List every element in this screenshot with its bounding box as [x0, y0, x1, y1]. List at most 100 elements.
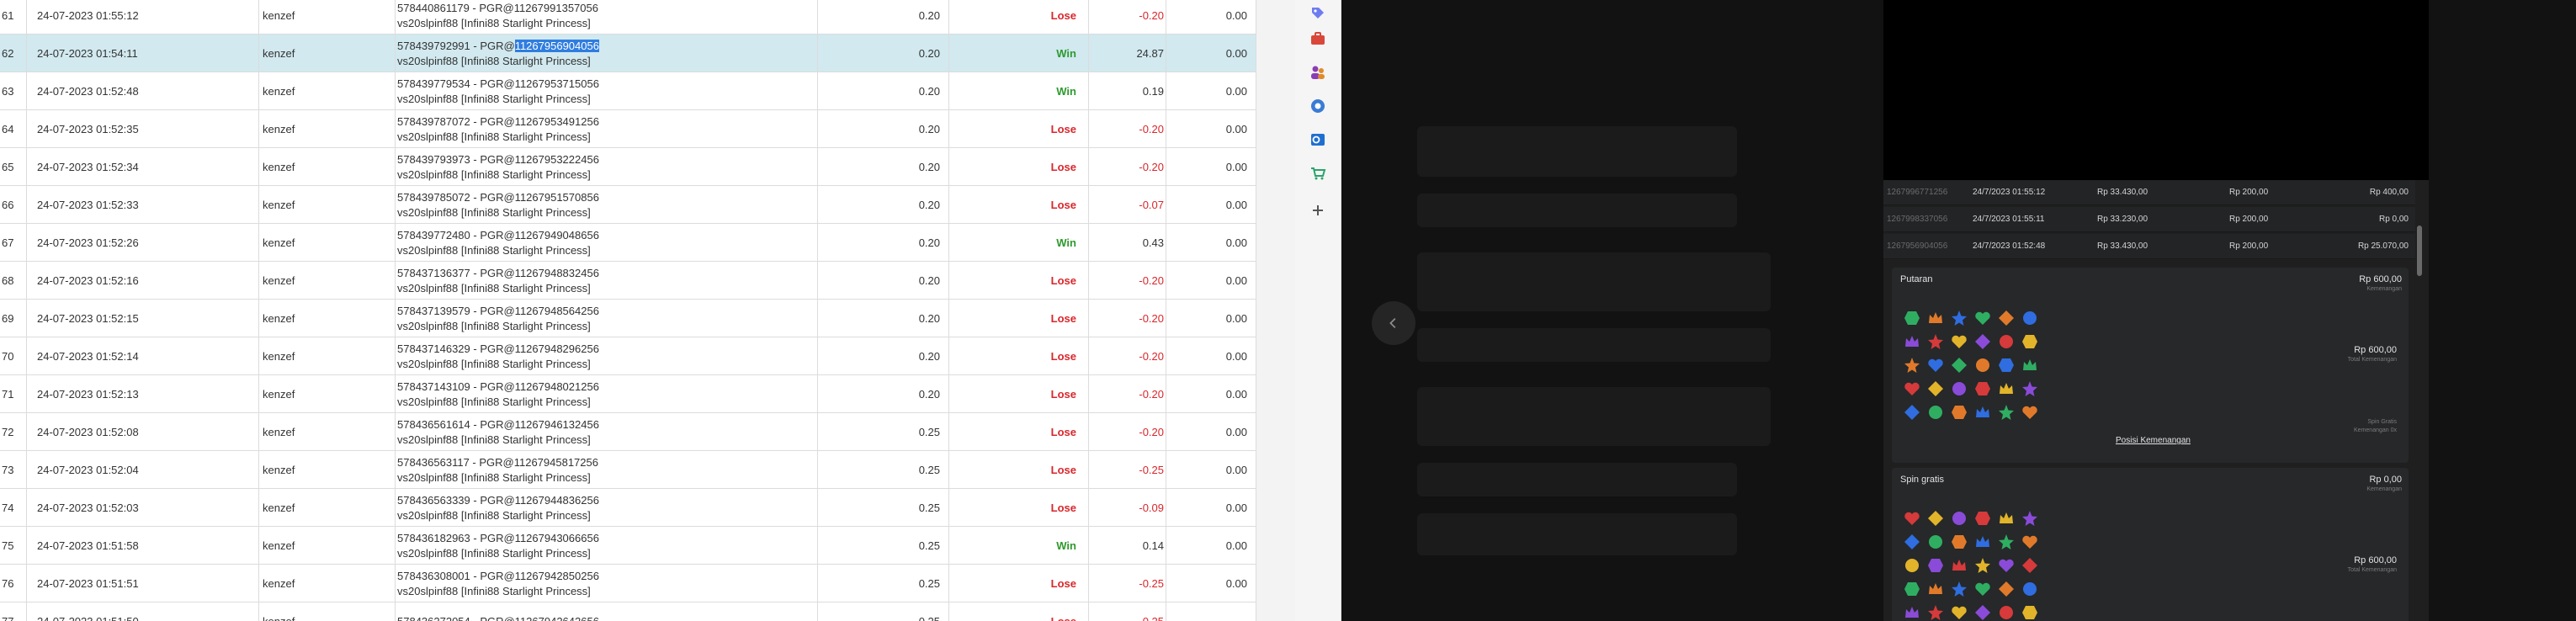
people-icon[interactable] [1308, 62, 1328, 82]
table-row[interactable]: 7724-07-2023 01:51:50kenzef578436272054 … [0, 602, 1256, 621]
table-row[interactable]: 72 24-07-2023 01:52:08 kenzef 578436561614 … [0, 413, 1256, 451]
win-amount-cell: -0.25 [1089, 602, 1166, 621]
table-row[interactable]: 61 24-07-2023 01:55:12 kenzef 578440861179 … [0, 0, 1256, 34]
dimmed-background-block [1417, 328, 1771, 362]
section-title: Spin gratis [1900, 475, 1944, 485]
scrollbar-thumb[interactable] [2417, 226, 2422, 276]
outlook-icon[interactable] [1308, 130, 1328, 150]
table-row[interactable]: 66 24-07-2023 01:52:33 kenzef 578439785072 … [0, 186, 1256, 224]
win-position-link[interactable]: Posisi Kemenangan [2116, 436, 2191, 445]
row-number-cell: 72 [0, 413, 27, 451]
date-cell: 24-07-2023 01:52:14 [27, 337, 259, 375]
star-gem-icon [1924, 601, 1947, 621]
toolbox-icon[interactable] [1308, 29, 1328, 49]
table-row[interactable]: 65 24-07-2023 01:52:34 kenzef 578439793973 … [0, 148, 1256, 186]
transaction-id-text: 578439772480 - PGR@11267949048656 [397, 228, 599, 242]
table-row[interactable]: 67 24-07-2023 01:52:26 kenzef 578439772480 … [0, 224, 1256, 262]
crown-gem-icon [1900, 330, 1924, 353]
bet-amount-cell: 0.20 [818, 34, 949, 72]
cart-icon[interactable] [1308, 163, 1328, 183]
game-history-panel: 1267996771256 24/7/2023 01:55:12 Rp 33.430… [1883, 0, 2429, 621]
circle-gem-icon [1947, 377, 1971, 401]
username-cell: kenzef [259, 186, 396, 224]
star-gem-icon [1994, 530, 2018, 554]
row-number-cell: 63 [0, 72, 27, 110]
win-amount-cell: -0.20 [1089, 0, 1166, 34]
star-gem-icon [1924, 330, 1947, 353]
table-row[interactable]: 68 24-07-2023 01:52:16 kenzef 578437136377 … [0, 262, 1256, 300]
table-row[interactable]: 73 24-07-2023 01:52:04 kenzef 578436563117 … [0, 451, 1256, 489]
transaction-id-text: 578439785072 - PGR@11267951570856 [397, 190, 599, 204]
table-row[interactable]: 69 24-07-2023 01:52:15 kenzef 578437139579 … [0, 300, 1256, 337]
table-row[interactable]: 75 24-07-2023 01:51:58 kenzef 578436182963 … [0, 527, 1256, 565]
date-cell: 24-07-2023 01:52:26 [27, 224, 259, 262]
star-gem-icon [1971, 554, 1994, 577]
diamond-gem-icon [1924, 377, 1947, 401]
game-name-text: vs20slpinf88 [Infini88 Starlight Princes… [397, 319, 591, 332]
username-cell: kenzef [259, 224, 396, 262]
description-cell: 578439785072 - PGR@11267951570856 vs20slp… [396, 186, 818, 224]
bet-text: Rp 200,00 [2229, 242, 2269, 251]
copilot-icon[interactable] [1308, 96, 1328, 116]
result-badge: Lose [949, 300, 1089, 337]
history-row[interactable]: 1267956904056 24/7/2023 01:52:48 Rp 33.430… [1883, 234, 2415, 259]
star-gem-icon [1947, 306, 1971, 330]
hex-gem-icon [1900, 306, 1924, 330]
table-row[interactable]: 70 24-07-2023 01:52:14 kenzef 578437146329 … [0, 337, 1256, 375]
history-row[interactable]: 1267998337056 24/7/2023 01:55:11 Rp 33.230… [1883, 207, 2415, 232]
table-row[interactable]: 76 24-07-2023 01:51:51 kenzef 578436308001 … [0, 565, 1256, 602]
date-cell: 24-07-2023 01:52:16 [27, 262, 259, 300]
hex-gem-icon [1947, 401, 1971, 424]
bet-amount-cell: 0.25 [818, 565, 949, 602]
username-cell: kenzef [259, 148, 396, 186]
circle-gem-icon [1994, 330, 2018, 353]
win-amount-cell: -0.25 [1089, 451, 1166, 489]
hex-gem-icon [2018, 330, 2042, 353]
plus-icon[interactable] [1308, 200, 1328, 220]
table-row[interactable]: 74 24-07-2023 01:52:03 kenzef 578436563339 … [0, 489, 1256, 527]
transaction-id-text: 578439793973 - PGR@11267953222456 [397, 152, 599, 166]
free-spin-note: Spin Gratis [2367, 419, 2397, 425]
bet-text: Rp 200,00 [2229, 188, 2269, 197]
result-badge: Win [949, 72, 1089, 110]
history-row[interactable]: 1267996771256 24/7/2023 01:55:12 Rp 33.430… [1883, 180, 2415, 205]
table-row[interactable]: 64 24-07-2023 01:52:35 kenzef 578439787072 … [0, 110, 1256, 148]
description-cell: 578437143109 - PGR@11267948021256 vs20slp… [396, 375, 818, 413]
selected-text-highlight[interactable]: 11267956904056 [514, 39, 599, 52]
date-cell: 24-07-2023 01:52:13 [27, 375, 259, 413]
heart-gem-icon [1971, 577, 1994, 601]
table-row[interactable]: 63 24-07-2023 01:52:48 kenzef 578439779534 … [0, 72, 1256, 110]
row-number-cell: 74 [0, 489, 27, 527]
win-text: Rp 400,00 [2369, 188, 2409, 197]
description-cell: 578439793973 - PGR@11267953222456 vs20slp… [396, 148, 818, 186]
crown-gem-icon [1924, 577, 1947, 601]
username-cell: kenzef [259, 565, 396, 602]
circle-gem-icon [1994, 601, 2018, 621]
username-cell: kenzef [259, 337, 396, 375]
win-amount-cell: -0.20 [1089, 110, 1166, 148]
jackpot-cell: 0.00 [1166, 34, 1256, 72]
username-cell: kenzef [259, 527, 396, 565]
transaction-id-text: 578436561614 - PGR@11267946132456 [397, 417, 599, 431]
table-row[interactable]: 71 24-07-2023 01:52:13 kenzef 578437143109 … [0, 375, 1256, 413]
transaction-id-text: 578439779534 - PGR@11267953715056 [397, 77, 599, 90]
game-name-text: vs20slpinf88 [Infini88 Starlight Princes… [397, 470, 591, 484]
diamond-gem-icon [1971, 330, 1994, 353]
row-number-cell: 62 [0, 34, 27, 72]
table-row[interactable]: 62 24-07-2023 01:54:11 kenzef 578439792991 … [0, 34, 1256, 72]
tag-icon[interactable] [1308, 3, 1328, 24]
date-cell: 24-07-2023 01:52:33 [27, 186, 259, 224]
star-gem-icon [2018, 377, 2042, 401]
row-number-cell: 76 [0, 565, 27, 602]
round-id-text: 1267998337056 [1887, 215, 1948, 224]
dimmed-background-block [1417, 463, 1737, 496]
round-id-text: 1267956904056 [1887, 242, 1948, 251]
bet-amount-cell: 0.20 [818, 0, 949, 34]
jackpot-cell: 0.00 [1166, 565, 1256, 602]
game-name-text: vs20slpinf88 [Infini88 Starlight Princes… [397, 205, 591, 219]
previous-arrow-button[interactable] [1372, 301, 1415, 345]
spin-detail-section: Putaran Rp 600,00 Kemenangan Rp 600,00 T… [1892, 268, 2409, 463]
date-cell: 24-07-2023 01:51:51 [27, 565, 259, 602]
jackpot-cell: 0.00 [1166, 186, 1256, 224]
win-amount-cell: -0.07 [1089, 186, 1166, 224]
